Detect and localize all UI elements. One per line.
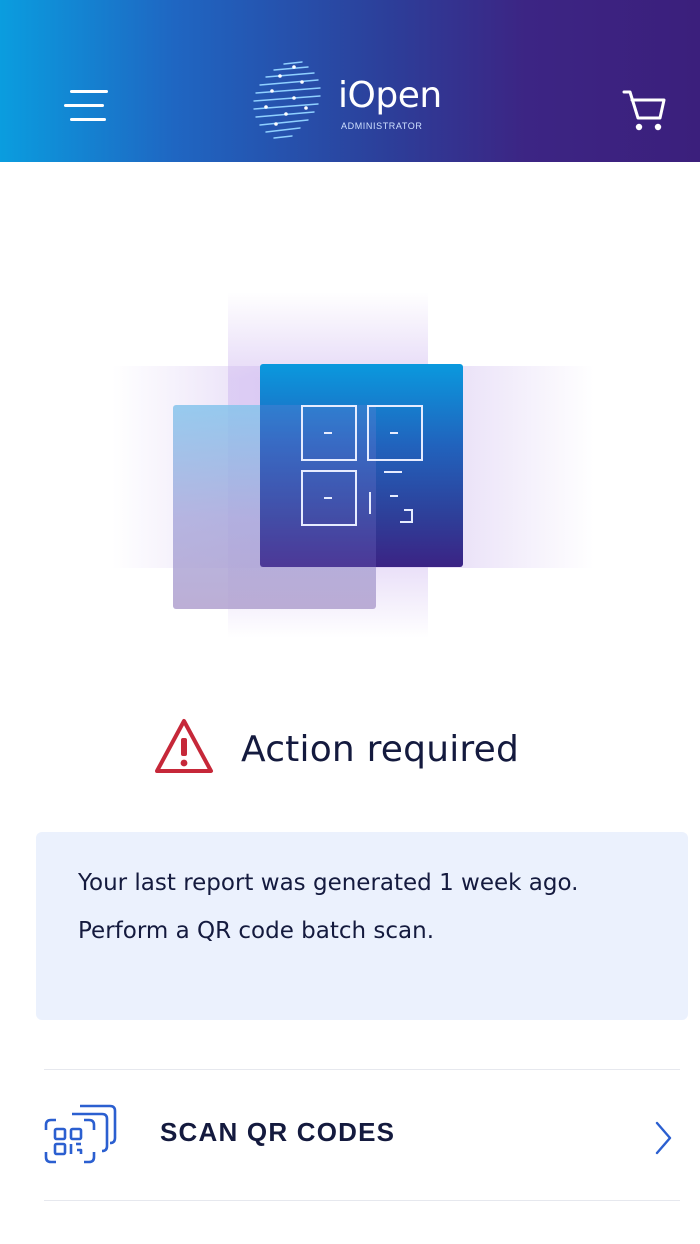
report-info-box: Your last report was generated 1 week ag… bbox=[36, 832, 688, 1020]
chevron-right-icon bbox=[655, 1121, 672, 1155]
qr-batch-icon bbox=[44, 1104, 117, 1164]
action-required-title: Action required bbox=[241, 729, 520, 770]
qr-code-icon bbox=[301, 405, 423, 526]
report-info-line-1: Your last report was generated 1 week ag… bbox=[78, 870, 579, 896]
action-required-banner: Action required bbox=[0, 712, 700, 792]
logo-subtitle: ADMINISTRATOR bbox=[341, 121, 423, 131]
shopping-cart-icon bbox=[622, 90, 666, 131]
qr-scan-illustration bbox=[0, 162, 700, 662]
scan-qr-codes-button[interactable]: SCAN QR CODES bbox=[44, 1070, 680, 1200]
logo-wordmark: iOpen bbox=[338, 75, 442, 116]
menu-icon-bar bbox=[64, 104, 104, 107]
report-info-line-2: Perform a QR code batch scan. bbox=[78, 918, 435, 944]
menu-icon-bar bbox=[70, 118, 106, 121]
warning-triangle-icon bbox=[155, 719, 213, 773]
menu-button[interactable] bbox=[56, 80, 116, 130]
app-header: iOpen ADMINISTRATOR bbox=[0, 0, 700, 162]
divider bbox=[44, 1200, 680, 1201]
menu-icon-bar bbox=[70, 90, 108, 93]
globe-logo-icon bbox=[253, 61, 321, 139]
cart-button[interactable] bbox=[612, 82, 672, 138]
scan-qr-codes-label: SCAN QR CODES bbox=[160, 1117, 396, 1147]
iopen-logo: iOpen ADMINISTRATOR bbox=[250, 58, 460, 150]
